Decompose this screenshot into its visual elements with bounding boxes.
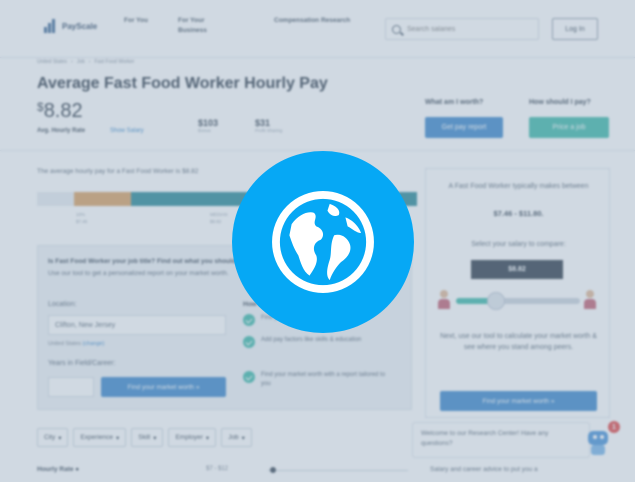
- globe-icon: [272, 191, 374, 293]
- globe-badge: [232, 151, 414, 333]
